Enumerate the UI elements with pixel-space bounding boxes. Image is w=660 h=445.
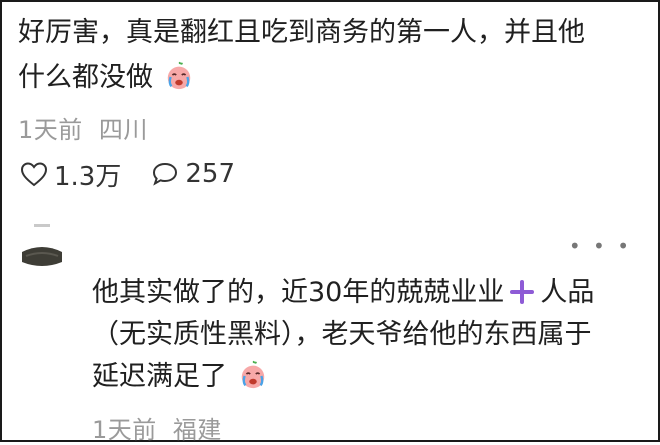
reply-line-2: （无实质性黑料），老天爷给他的东西属于 xyxy=(92,319,592,350)
comment-text: 好厉害，真是翻红且吃到商务的第一人，并且他 什么都没做 xyxy=(18,10,648,100)
reply-button[interactable]: 257 xyxy=(151,159,235,189)
heart-icon xyxy=(20,162,48,187)
reply-line-3: 延迟满足了 xyxy=(92,356,642,398)
comment-bubble-icon xyxy=(153,162,178,186)
reply-line-1-text-a: 他其实做了的，近30年的兢兢业业 xyxy=(92,277,505,308)
like-count: 1.3万 xyxy=(54,161,122,192)
crying-face-emoji-icon xyxy=(167,61,190,90)
reply-line-3-text: 延迟满足了 xyxy=(92,361,227,392)
comment-line-2-text: 什么都没做 xyxy=(18,62,153,93)
purple-plus-icon xyxy=(510,280,535,304)
comment-meta: 1天前 四川 xyxy=(18,110,148,145)
reply-location: 福建 xyxy=(172,416,222,444)
comment-time: 1天前 xyxy=(18,116,83,144)
crying-face-emoji-icon xyxy=(241,360,264,389)
comment-line-1: 好厉害，真是翻红且吃到商务的第一人，并且他 xyxy=(18,17,585,48)
reply-time: 1天前 xyxy=(92,416,157,444)
comment-body: 好厉害，真是翻红且吃到商务的第一人，并且他 什么都没做 xyxy=(18,10,648,100)
more-options-icon[interactable]: • • • xyxy=(569,234,632,258)
reply-line-1: 他其实做了的，近30年的兢兢业业 人品 xyxy=(92,272,642,314)
avatar[interactable] xyxy=(20,212,64,270)
reply-text: 他其实做了的，近30年的兢兢业业 人品 （无实质性黑料），老天爷给他的东西属于 延… xyxy=(92,272,642,398)
like-button[interactable]: 1.3万 xyxy=(20,156,121,193)
reply-line-1-text-b: 人品 xyxy=(540,277,595,308)
reply-body: 他其实做了的，近30年的兢兢业业 人品 （无实质性黑料），老天爷给他的东西属于 延… xyxy=(92,272,642,398)
comment-actions: 1.3万 257 xyxy=(20,152,265,196)
reply-meta: 1天前 福建 xyxy=(92,410,222,445)
reply-count: 257 xyxy=(185,159,235,189)
comment-line-2: 什么都没做 xyxy=(18,55,648,100)
avatar-image xyxy=(20,212,64,270)
comment-location: 四川 xyxy=(98,116,148,144)
